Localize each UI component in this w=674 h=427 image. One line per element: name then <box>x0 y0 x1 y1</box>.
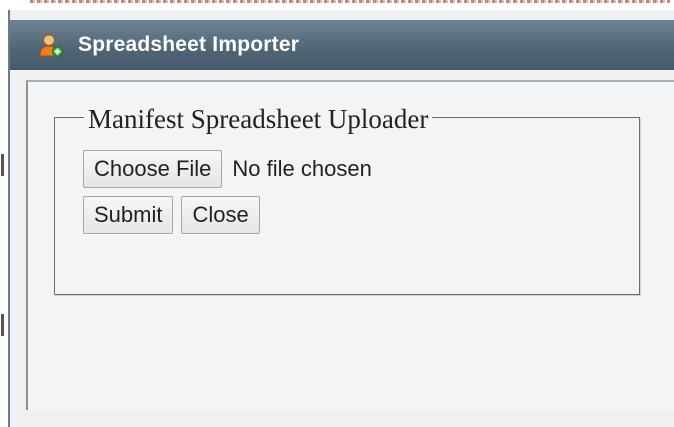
background-edge-mark <box>1 314 4 336</box>
background-page-edge <box>0 14 8 427</box>
file-status-text: No file chosen <box>232 156 372 181</box>
uploader-legend: Manifest Spreadsheet Uploader <box>84 103 433 135</box>
user-add-icon <box>39 34 63 57</box>
background-page-text <box>30 0 670 3</box>
close-button[interactable]: Close <box>181 196 260 234</box>
file-input[interactable]: Choose File No file chosen <box>83 150 372 188</box>
submit-button[interactable]: Submit <box>83 196 174 234</box>
choose-file-button[interactable]: Choose File <box>83 150 223 188</box>
dialog-titlebar[interactable]: Spreadsheet Importer <box>10 20 674 70</box>
background-edge-mark <box>1 154 4 176</box>
dialog-title: Spreadsheet Importer <box>78 33 300 56</box>
form-actions: Submit Close <box>83 196 260 234</box>
